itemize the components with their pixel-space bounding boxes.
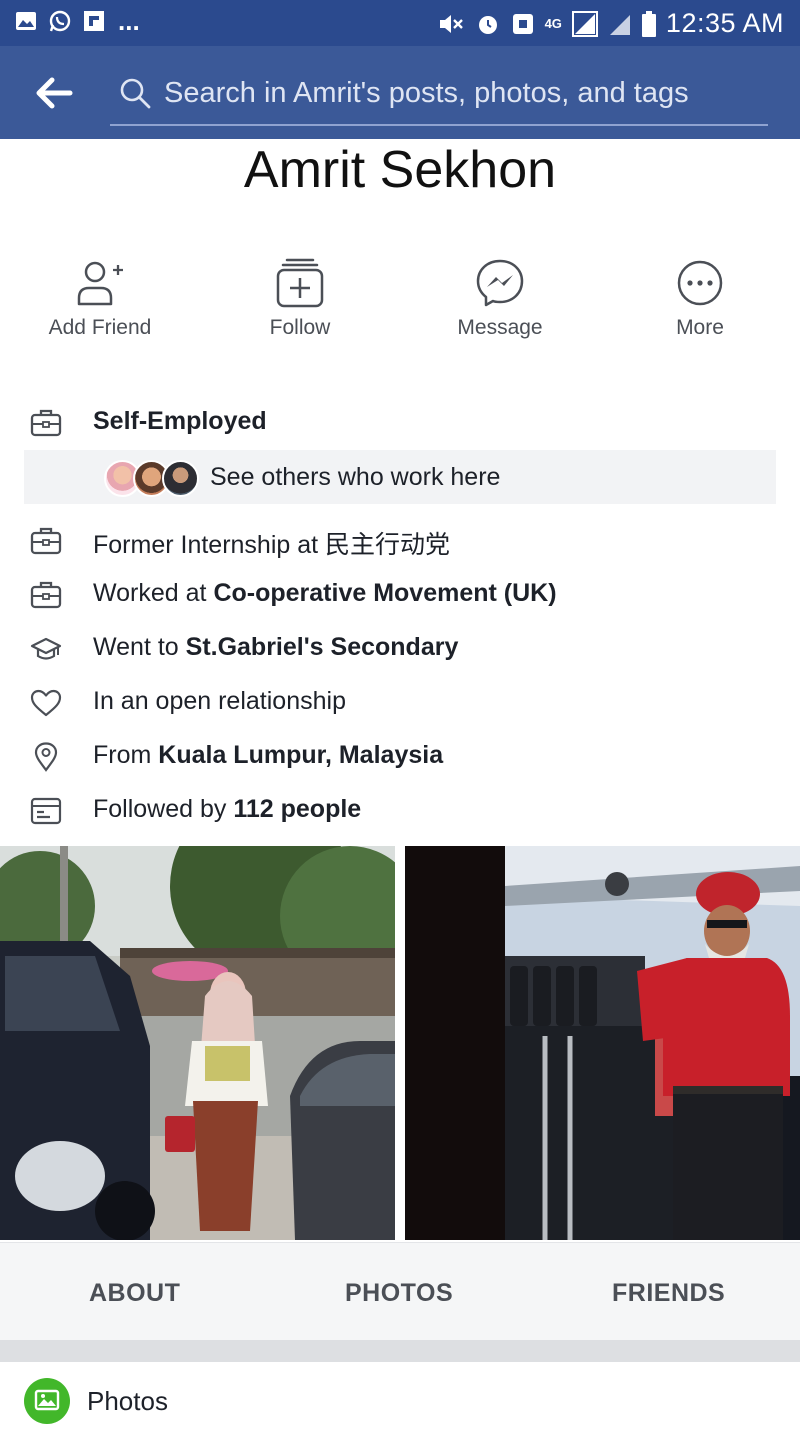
featured-photo-1[interactable] [0,846,395,1240]
past-work-text: Worked at Co-operative Movement (UK) [93,579,557,608]
relationship-text: In an open relationship [93,687,346,715]
photos-icon [24,1378,70,1424]
internship-row[interactable]: Former Internship at 民主行动党 [0,514,800,568]
battery-icon [641,10,656,37]
follow-button[interactable]: Follow [200,258,400,340]
coworker-avatars [104,460,204,497]
photo-man-turban [405,846,800,1240]
more-notifications-indicator: ... [118,6,140,36]
work-current-row[interactable]: Self-Employed [0,396,800,450]
follow-label: Follow [269,316,331,339]
past-work-org[interactable]: Co-operative Movement (UK) [213,579,556,607]
signal-icon [571,10,598,37]
graduation-cap-icon [30,637,62,660]
profile-actions: Add Friend Follow Message More [0,258,800,358]
section-divider [0,1340,800,1362]
back-arrow-icon[interactable] [30,72,76,114]
hometown-prefix: From [93,741,159,769]
more-label: More [676,316,724,339]
gallery-notification-icon [16,12,36,30]
status-bar: ... 4G 12:35 AM [0,0,800,46]
featured-photo-2[interactable] [405,846,800,1240]
photo-woman-street [0,846,395,1240]
internship-text: Former Internship at 民主行动党 [93,525,450,561]
add-friend-icon [77,261,123,306]
profile-name: Amrit Sekhon [243,141,557,199]
tab-about[interactable]: ABOUT [89,1279,180,1308]
follow-icon [276,258,324,308]
photos-section-header[interactable]: Photos [0,1362,800,1424]
briefcase-icon [30,527,62,555]
followers-text: Followed by 112 people [93,795,361,824]
briefcase-icon [30,581,62,609]
hometown-name[interactable]: Kuala Lumpur, Malaysia [158,741,443,769]
tab-photos[interactable]: PHOTOS [345,1279,453,1308]
education-prefix: Went to [93,633,186,661]
education-text: Went to St.Gabriel's Secondary [93,633,458,662]
school-name[interactable]: St.Gabriel's Secondary [186,633,459,661]
more-icon [677,260,723,306]
internship-prefix: Former Internship at [93,531,326,559]
relationship-row[interactable]: In an open relationship [0,676,800,730]
message-label: Message [457,316,543,339]
hometown-text: From Kuala Lumpur, Malaysia [93,741,443,770]
signal-2-icon [609,14,630,35]
followers-row[interactable]: Followed by 112 people [0,784,800,838]
see-coworkers-link[interactable]: See others who work here [24,450,776,504]
flipboard-icon [84,11,104,31]
messenger-icon [476,259,524,307]
briefcase-icon [30,409,62,437]
followers-prefix: Followed by [93,795,234,823]
network-type: 4G [544,16,562,31]
location-pin-icon [34,742,58,772]
clock: 12:35 AM [665,8,784,38]
education-row[interactable]: Went to St.Gabriel's Secondary [0,622,800,676]
tab-friends[interactable]: FRIENDS [612,1279,725,1308]
message-button[interactable]: Message [400,258,600,340]
add-friend-button[interactable]: Add Friend [0,258,200,340]
mute-icon [439,14,463,33]
past-work-prefix: Worked at [93,579,214,607]
avatar [162,460,199,497]
whatsapp-icon [49,10,71,32]
search-header: Search in Amrit's posts, photos, and tag… [0,46,800,139]
search-icon [120,78,151,109]
profile-tabs: ABOUT PHOTOS FRIENDS [0,1242,800,1341]
past-work-row[interactable]: Worked at Co-operative Movement (UK) [0,568,800,622]
nfc-icon [512,13,533,34]
followers-count[interactable]: 112 people [233,795,361,823]
image-glyph-icon [34,1389,60,1411]
add-friend-label: Add Friend [48,316,152,339]
alarm-icon [478,15,497,34]
heart-icon [30,689,62,717]
search-placeholder: Search in Amrit's posts, photos, and tag… [164,77,689,109]
more-button[interactable]: More [600,258,800,340]
followers-icon [30,797,62,825]
photos-section-title: Photos [87,1386,168,1416]
see-coworkers-label: See others who work here [210,463,501,491]
work-current-text: Self-Employed [93,407,267,435]
internship-org: 民主行动党 [325,531,451,559]
search-input[interactable]: Search in Amrit's posts, photos, and tag… [110,68,768,126]
hometown-row[interactable]: From Kuala Lumpur, Malaysia [0,730,800,784]
